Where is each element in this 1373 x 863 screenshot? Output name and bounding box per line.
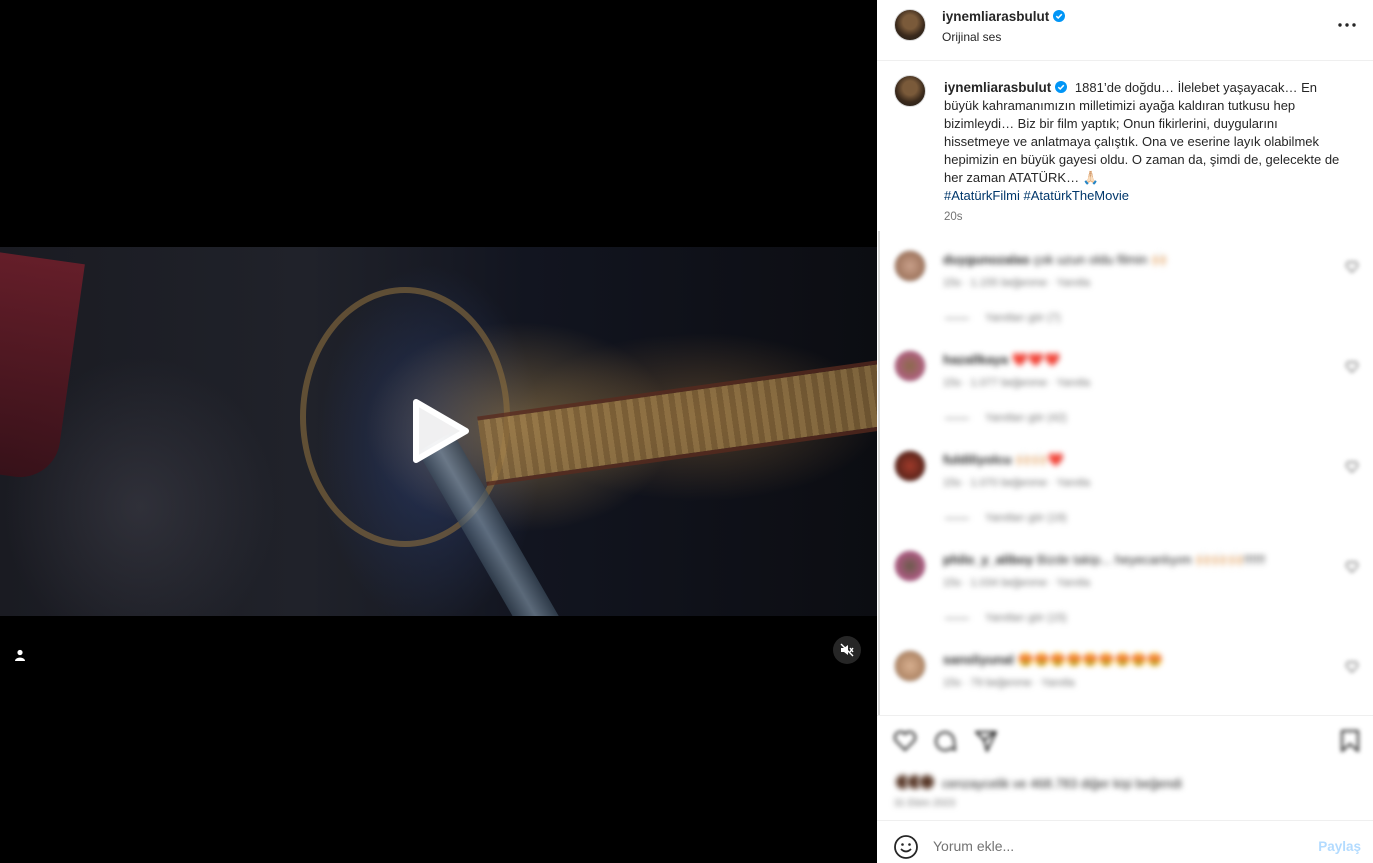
comment-like-icon[interactable] <box>1345 260 1359 274</box>
video-still-belt <box>477 358 877 486</box>
caption-body: 1881’de doğdu… İlelebet yaşayacak… En bü… <box>944 80 1340 185</box>
comment-like-icon[interactable] <box>1345 460 1359 474</box>
author-username[interactable]: iynemliarasbulut <box>942 9 1066 24</box>
audio-label[interactable]: Orijinal ses <box>942 30 1001 44</box>
comment-text: hazallkaya ❤️❤️❤️ <box>943 352 1061 367</box>
caption-author-avatar[interactable] <box>894 75 926 107</box>
comment-text: duygunozalas çok uzun oldu filmin 🙌🏻 <box>943 252 1168 267</box>
liker-avatars <box>894 772 936 794</box>
comment-meta[interactable]: 15s · 1.070 beğenme · Yanıtla <box>943 477 1090 489</box>
comment-text: fuldiliyolcu 🙌🏻🙌🏻❤️ <box>943 452 1064 467</box>
comment-meta[interactable]: 15s · 79 beğenme · Yanıtla <box>943 677 1075 689</box>
commenter-username[interactable]: philo_y_aliboy <box>943 552 1033 567</box>
comments-section[interactable]: iynemliarasbulut 1881’de doğdu… İlelebet… <box>877 61 1373 715</box>
comment-meta[interactable]: 15s · 1.034 beğenme · Yanıtla <box>943 577 1090 589</box>
comment-item: philo_y_aliboy Bizde takip... heyecanlıy… <box>877 544 1373 634</box>
comment-text: philo_y_aliboy Bizde takip... heyecanlıy… <box>943 552 1266 567</box>
paper-plane-icon[interactable] <box>973 728 999 754</box>
share-comment-button[interactable]: Paylaş <box>1318 839 1361 854</box>
comment-item: hazallkaya ❤️❤️❤️ 15s · 1.077 beğenme · … <box>877 344 1373 434</box>
likes-summary[interactable]: cenzaycelik ve 468.783 diğer kişi beğend… <box>894 770 1182 796</box>
comment-item: fuldiliyolcu 🙌🏻🙌🏻❤️ 15s · 1.070 beğenme … <box>877 444 1373 534</box>
comment-input[interactable] <box>933 835 1303 857</box>
comment-bubble-icon[interactable] <box>932 728 958 754</box>
caption-timestamp[interactable]: 20s <box>944 211 963 223</box>
video-still-red-strap <box>0 251 85 483</box>
instagram-post-modal: iynemliarasbulut Orijinal ses iynemliara… <box>0 0 1373 863</box>
caption-text-block: iynemliarasbulut 1881’de doğdu… İlelebet… <box>944 79 1344 205</box>
commenter-username[interactable]: fuldiliyolcu <box>943 452 1012 467</box>
comment-text: sansliyunal 😍😍😍😍😍😍😍😍😍 <box>943 652 1164 667</box>
commenter-username[interactable]: duygunozalas <box>943 252 1030 267</box>
caption-username[interactable]: iynemliarasbulut <box>944 80 1068 95</box>
view-replies-button[interactable]: Yanıtları gör (19) <box>945 512 1067 524</box>
comment-item: sansliyunal 😍😍😍😍😍😍😍😍😍 15s · 79 beğenme ·… <box>877 644 1373 715</box>
verified-badge-icon <box>1055 81 1068 93</box>
post-side-panel: iynemliarasbulut Orijinal ses iynemliara… <box>877 0 1373 863</box>
commenter-avatar[interactable] <box>894 250 926 282</box>
more-options-icon[interactable] <box>1335 17 1359 33</box>
commenter-avatar[interactable] <box>894 650 926 682</box>
commenter-avatar[interactable] <box>894 550 926 582</box>
hashtag-link[interactable]: #AtatürkTheMovie <box>1023 188 1129 203</box>
view-replies-button[interactable]: Yanıtları gör (7) <box>945 312 1061 324</box>
comment-like-icon[interactable] <box>1345 660 1359 674</box>
comment-meta[interactable]: 15s · 1.155 beğenme · Yanıtla <box>943 277 1090 289</box>
video-panel[interactable] <box>0 0 877 863</box>
comment-meta[interactable]: 15s · 1.077 beğenme · Yanıtla <box>943 377 1090 389</box>
heart-icon[interactable] <box>892 728 918 754</box>
emoji-icon[interactable] <box>893 834 919 860</box>
muted-speaker-icon[interactable] <box>833 636 861 664</box>
play-icon[interactable] <box>408 398 470 464</box>
post-actions: cenzaycelik ve 468.783 diğer kişi beğend… <box>877 715 1373 815</box>
user-tag-icon[interactable] <box>10 645 30 665</box>
caption-hashtags: #AtatürkFilmi #AtatürkTheMovie <box>944 187 1344 205</box>
post-date[interactable]: 31 Ekim 2023 <box>894 798 955 809</box>
hashtag-link[interactable]: #AtatürkFilmi <box>944 188 1020 203</box>
commenter-username[interactable]: hazallkaya <box>943 352 1008 367</box>
commenter-avatar[interactable] <box>894 450 926 482</box>
post-header: iynemliarasbulut Orijinal ses <box>877 0 1373 61</box>
comment-item: duygunozalas çok uzun oldu filmin 🙌🏻 15s… <box>877 244 1373 334</box>
verified-badge-icon <box>1053 10 1066 22</box>
comment-composer: Paylaş <box>877 820 1373 863</box>
view-replies-button[interactable]: Yanıtları gör (42) <box>945 412 1067 424</box>
comment-like-icon[interactable] <box>1345 360 1359 374</box>
author-avatar[interactable] <box>894 9 926 41</box>
commenter-avatar[interactable] <box>894 350 926 382</box>
bookmark-icon[interactable] <box>1337 728 1363 754</box>
view-replies-button[interactable]: Yanıtları gör (15) <box>945 612 1067 624</box>
commenter-username[interactable]: sansliyunal <box>943 652 1014 667</box>
comment-like-icon[interactable] <box>1345 560 1359 574</box>
